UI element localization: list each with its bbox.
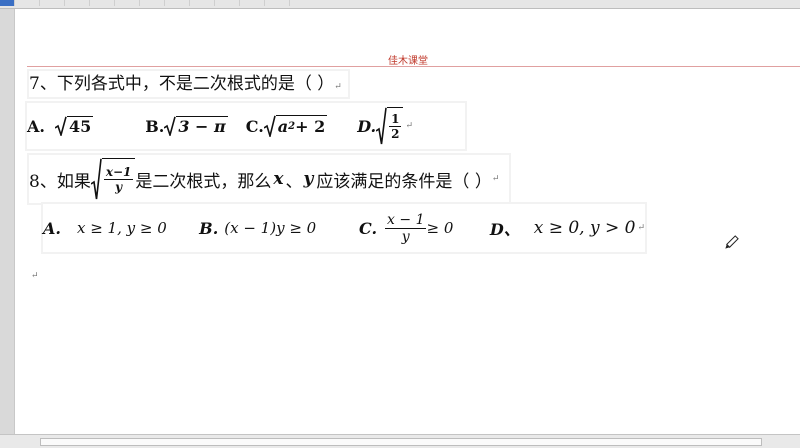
q8-stem-mid: 是二次根式，那么: [135, 171, 272, 192]
q8-stem-fraction: x−1 y: [103, 165, 134, 194]
page-header-text: 佳木课堂: [388, 56, 428, 67]
ribbon-tab[interactable]: [221, 0, 240, 6]
q8-stem: 8、如果 x−1 y 是二次根式，那么 x 、 y 应该满足的条件是（ ） ↵: [29, 155, 510, 203]
scrollbar-thumb[interactable]: [40, 438, 762, 446]
ribbon-tab[interactable]: [46, 0, 65, 6]
horizontal-scrollbar[interactable]: [0, 434, 800, 448]
q7-option-b-radical: 3 − π: [164, 116, 228, 136]
q8-option-b-label: B.: [199, 218, 219, 238]
q7-option-a-radicand: 45: [66, 116, 94, 136]
q7-option-a-label: A.: [27, 116, 45, 136]
q7-option-a-radical: 45: [54, 116, 94, 136]
q7-option-d-label: D.: [357, 116, 377, 136]
q7-option-c-label: C.: [245, 116, 264, 136]
ribbon-tab[interactable]: [196, 0, 215, 6]
ribbon-tabs: [0, 0, 800, 9]
q7-stem-text: 7、下列各式中，不是二次根式的是（ ）: [29, 74, 335, 94]
paragraph-mark: ↵: [31, 271, 39, 281]
ribbon-tab-file[interactable]: [0, 0, 15, 6]
paragraph-mark: ↵: [491, 174, 500, 184]
q8-var-x: x: [273, 169, 284, 189]
q8-option-c-label: C.: [359, 218, 378, 238]
q8-option-d-label: D、: [489, 220, 520, 239]
paragraph-mark: ↵: [637, 223, 645, 233]
q7-options: A. 45 B. 3 − π C. a2 + 2 D. 1 2 ↵: [27, 103, 465, 149]
q7-option-b-label: B.: [145, 116, 165, 136]
q8-option-a-expr: x ≥ 1, y ≥ 0: [76, 219, 167, 237]
q7-option-d-fraction: 1 2: [389, 112, 402, 141]
ribbon-tab[interactable]: [96, 0, 115, 6]
q8-stem-numerator: x−1: [103, 165, 134, 180]
pencil-cursor-icon: [725, 235, 739, 249]
q8-stem-radical: x−1 y: [90, 158, 136, 200]
q8-option-c-denominator: y: [401, 228, 410, 245]
document-page[interactable]: 佳木课堂 7、下列各式中，不是二次根式的是（ ）↵ A. 45 B. 3 − π…: [14, 9, 800, 434]
q8-var-y: y: [303, 169, 314, 189]
q8-stem-denominator: y: [115, 180, 123, 194]
q8-stem-end: 应该满足的条件是（ ）: [316, 171, 492, 192]
paragraph-mark: ↵: [334, 82, 342, 92]
q7-stem: 7、下列各式中，不是二次根式的是（ ）↵: [29, 71, 348, 97]
q7-option-d-radical: 1 2: [376, 107, 404, 145]
q7-option-d-denominator: 2: [391, 127, 400, 141]
q7-option-c-radical: a2 + 2: [263, 115, 328, 137]
q8-options: A. x ≥ 1, y ≥ 0 B. (x − 1)y ≥ 0 C. x − 1…: [43, 204, 645, 252]
q7-option-b-radicand: 3 − π: [176, 116, 228, 136]
q8-separator: 、: [285, 171, 303, 192]
ribbon-tab[interactable]: [21, 0, 40, 6]
q8-option-c-fraction: x − 1 y: [385, 211, 427, 245]
q7-option-d-numerator: 1: [389, 112, 402, 127]
q8-option-b-expr: (x − 1)y ≥ 0: [224, 219, 317, 237]
q7-option-c-tail: + 2: [295, 117, 326, 136]
q7-option-c-base: a: [277, 117, 289, 136]
q8-option-d-expr: x ≥ 0, y > 0: [533, 218, 636, 238]
q8-stem-prefix: 8、如果: [29, 171, 91, 192]
header-divider: [27, 66, 800, 67]
ribbon-tab[interactable]: [146, 0, 165, 6]
q8-option-c-numerator: x − 1: [385, 211, 427, 229]
ribbon-tab[interactable]: [271, 0, 290, 6]
paragraph-mark: ↵: [405, 121, 413, 131]
ribbon-tab[interactable]: [246, 0, 265, 6]
ribbon-tab[interactable]: [71, 0, 90, 6]
ribbon-tab[interactable]: [171, 0, 190, 6]
ribbon-tab[interactable]: [121, 0, 140, 6]
q7-option-c-exponent: 2: [288, 121, 296, 132]
q8-option-a-label: A.: [43, 218, 61, 238]
q8-option-c-tail: ≥ 0: [426, 219, 454, 237]
